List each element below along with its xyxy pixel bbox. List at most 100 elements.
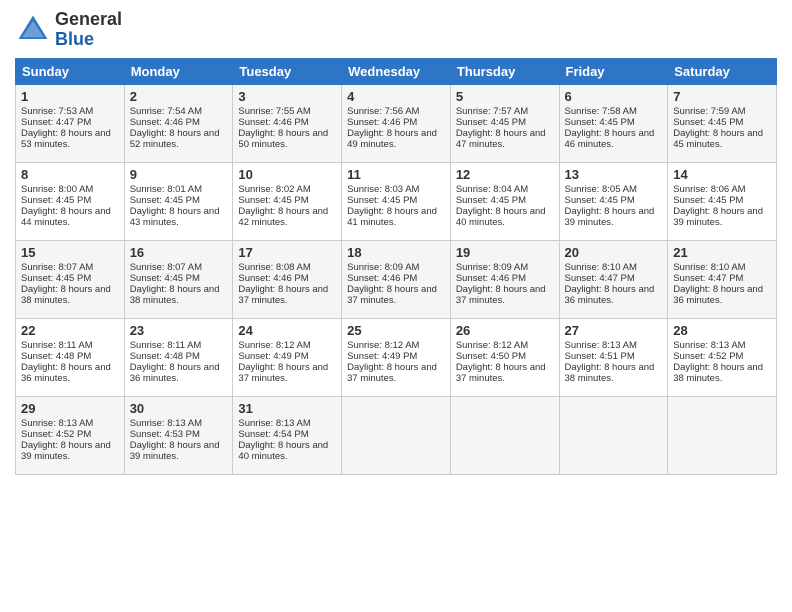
daylight: Daylight: 8 hours and 37 minutes. — [347, 362, 437, 384]
day-number: 8 — [21, 167, 119, 182]
daylight: Daylight: 8 hours and 53 minutes. — [21, 128, 111, 150]
calendar-cell: 29Sunrise: 8:13 AMSunset: 4:52 PMDayligh… — [16, 396, 125, 474]
sunrise: Sunrise: 8:12 AM — [238, 340, 310, 351]
sunrise: Sunrise: 8:12 AM — [347, 340, 419, 351]
sunrise: Sunrise: 8:13 AM — [130, 418, 202, 429]
sunrise: Sunrise: 7:54 AM — [130, 106, 202, 117]
calendar-cell: 16Sunrise: 8:07 AMSunset: 4:45 PMDayligh… — [124, 240, 233, 318]
sunrise: Sunrise: 8:06 AM — [673, 184, 745, 195]
calendar-table: SundayMondayTuesdayWednesdayThursdayFrid… — [15, 58, 777, 475]
calendar-cell — [450, 396, 559, 474]
daylight: Daylight: 8 hours and 36 minutes. — [673, 284, 763, 306]
day-number: 16 — [130, 245, 228, 260]
calendar-cell: 6Sunrise: 7:58 AMSunset: 4:45 PMDaylight… — [559, 84, 668, 162]
sunset: Sunset: 4:47 PM — [673, 273, 743, 284]
calendar-cell: 18Sunrise: 8:09 AMSunset: 4:46 PMDayligh… — [342, 240, 451, 318]
sunrise: Sunrise: 8:09 AM — [347, 262, 419, 273]
week-row-2: 8Sunrise: 8:00 AMSunset: 4:45 PMDaylight… — [16, 162, 777, 240]
calendar-cell: 20Sunrise: 8:10 AMSunset: 4:47 PMDayligh… — [559, 240, 668, 318]
day-number: 29 — [21, 401, 119, 416]
logo: General Blue — [15, 10, 122, 50]
sunrise: Sunrise: 8:09 AM — [456, 262, 528, 273]
sunset: Sunset: 4:45 PM — [456, 117, 526, 128]
weekday-header-tuesday: Tuesday — [233, 58, 342, 84]
calendar-cell: 17Sunrise: 8:08 AMSunset: 4:46 PMDayligh… — [233, 240, 342, 318]
sunrise: Sunrise: 7:58 AM — [565, 106, 637, 117]
sunrise: Sunrise: 8:04 AM — [456, 184, 528, 195]
daylight: Daylight: 8 hours and 37 minutes. — [456, 284, 546, 306]
day-number: 13 — [565, 167, 663, 182]
calendar-cell: 30 Sunrise: 8:13 AMSunset: 4:53 PMDayligh… — [124, 396, 233, 474]
sunset: Sunset: 4:45 PM — [673, 195, 743, 206]
daylight: Daylight: 8 hours and 39 minutes. — [21, 440, 111, 462]
sunrise: Sunrise: 7:59 AM — [673, 106, 745, 117]
calendar-cell: 27Sunrise: 8:13 AMSunset: 4:51 PMDayligh… — [559, 318, 668, 396]
calendar-cell: 15Sunrise: 8:07 AMSunset: 4:45 PMDayligh… — [16, 240, 125, 318]
week-row-5: 29Sunrise: 8:13 AMSunset: 4:52 PMDayligh… — [16, 396, 777, 474]
sunrise: Sunrise: 8:02 AM — [238, 184, 310, 195]
sunset: Sunset: 4:54 PM — [238, 429, 308, 440]
sunrise: Sunrise: 8:13 AM — [565, 340, 637, 351]
day-number: 17 — [238, 245, 336, 260]
day-number: 6 — [565, 89, 663, 104]
sunset: Sunset: 4:45 PM — [673, 117, 743, 128]
calendar-cell: 14Sunrise: 8:06 AMSunset: 4:45 PMDayligh… — [668, 162, 777, 240]
week-row-1: 1Sunrise: 7:53 AMSunset: 4:47 PMDaylight… — [16, 84, 777, 162]
weekday-header-saturday: Saturday — [668, 58, 777, 84]
sunrise: Sunrise: 7:57 AM — [456, 106, 528, 117]
sunset: Sunset: 4:49 PM — [238, 351, 308, 362]
daylight: Daylight: 8 hours and 36 minutes. — [21, 362, 111, 384]
day-number: 10 — [238, 167, 336, 182]
day-number: 4 — [347, 89, 445, 104]
sunrise: Sunrise: 8:13 AM — [238, 418, 310, 429]
sunset: Sunset: 4:46 PM — [347, 117, 417, 128]
daylight: Daylight: 8 hours and 43 minutes. — [130, 206, 220, 228]
calendar-cell: 21Sunrise: 8:10 AMSunset: 4:47 PMDayligh… — [668, 240, 777, 318]
day-number: 1 — [21, 89, 119, 104]
daylight: Daylight: 8 hours and 38 minutes. — [130, 284, 220, 306]
daylight: Daylight: 8 hours and 39 minutes. — [565, 206, 655, 228]
sunset: Sunset: 4:53 PM — [130, 429, 200, 440]
day-number: 5 — [456, 89, 554, 104]
sunset: Sunset: 4:46 PM — [238, 273, 308, 284]
weekday-header-sunday: Sunday — [16, 58, 125, 84]
daylight: Daylight: 8 hours and 40 minutes. — [238, 440, 328, 462]
day-number: 12 — [456, 167, 554, 182]
sunrise: Sunrise: 8:08 AM — [238, 262, 310, 273]
day-number: 28 — [673, 323, 771, 338]
sunset: Sunset: 4:45 PM — [130, 273, 200, 284]
sunrise: Sunrise: 7:55 AM — [238, 106, 310, 117]
calendar-cell: 12Sunrise: 8:04 AMSunset: 4:45 PMDayligh… — [450, 162, 559, 240]
calendar-cell: 31Sunrise: 8:13 AMSunset: 4:54 PMDayligh… — [233, 396, 342, 474]
day-number: 30 — [130, 401, 228, 416]
sunset: Sunset: 4:48 PM — [21, 351, 91, 362]
daylight: Daylight: 8 hours and 38 minutes. — [21, 284, 111, 306]
day-number: 11 — [347, 167, 445, 182]
daylight: Daylight: 8 hours and 37 minutes. — [456, 362, 546, 384]
logo-text-general: General Blue — [55, 10, 122, 50]
day-number: 20 — [565, 245, 663, 260]
daylight: Daylight: 8 hours and 49 minutes. — [347, 128, 437, 150]
daylight: Daylight: 8 hours and 36 minutes. — [565, 284, 655, 306]
sunrise: Sunrise: 8:10 AM — [673, 262, 745, 273]
calendar-cell: 4Sunrise: 7:56 AMSunset: 4:46 PMDaylight… — [342, 84, 451, 162]
day-number: 19 — [456, 245, 554, 260]
calendar-cell: 1Sunrise: 7:53 AMSunset: 4:47 PMDaylight… — [16, 84, 125, 162]
daylight: Daylight: 8 hours and 42 minutes. — [238, 206, 328, 228]
weekday-header-wednesday: Wednesday — [342, 58, 451, 84]
calendar-cell: 22Sunrise: 8:11 AMSunset: 4:48 PMDayligh… — [16, 318, 125, 396]
daylight: Daylight: 8 hours and 39 minutes. — [130, 440, 220, 462]
day-number: 2 — [130, 89, 228, 104]
day-number: 7 — [673, 89, 771, 104]
daylight: Daylight: 8 hours and 38 minutes. — [673, 362, 763, 384]
sunset: Sunset: 4:45 PM — [130, 195, 200, 206]
sunrise: Sunrise: 8:13 AM — [21, 418, 93, 429]
sunrise: Sunrise: 8:01 AM — [130, 184, 202, 195]
sunset: Sunset: 4:46 PM — [347, 273, 417, 284]
sunrise: Sunrise: 8:11 AM — [21, 340, 93, 351]
calendar-cell: 19Sunrise: 8:09 AMSunset: 4:46 PMDayligh… — [450, 240, 559, 318]
day-number: 3 — [238, 89, 336, 104]
calendar-cell — [668, 396, 777, 474]
day-number: 24 — [238, 323, 336, 338]
week-row-4: 22Sunrise: 8:11 AMSunset: 4:48 PMDayligh… — [16, 318, 777, 396]
